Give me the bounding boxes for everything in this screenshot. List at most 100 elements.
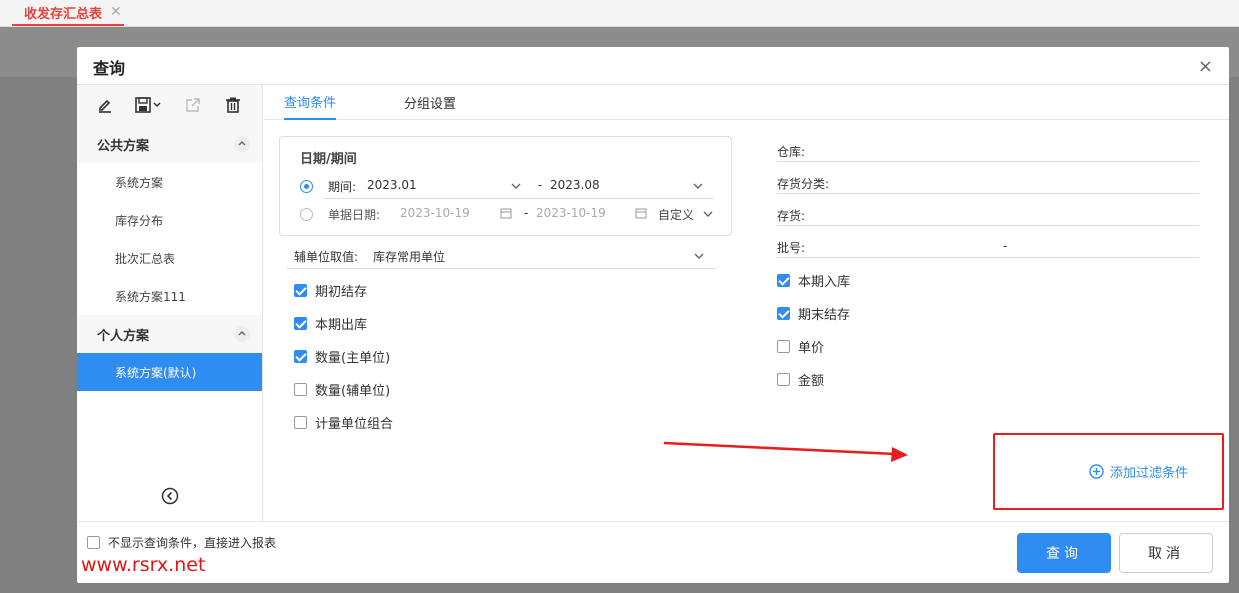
chevron-down-icon[interactable] [702, 208, 714, 220]
checkbox-label: 单价 [798, 341, 825, 356]
aux-unit-label: 辅单位取值: [294, 250, 359, 264]
close-icon[interactable]: × [1198, 56, 1213, 77]
close-icon[interactable]: ✕ [110, 4, 122, 20]
chevron-down-icon[interactable] [692, 180, 704, 192]
period-row: 期间: [300, 178, 356, 195]
doc-date-radio[interactable] [300, 208, 313, 221]
divider [777, 225, 1199, 226]
scheme-item-selected[interactable]: 系统方案(默认) [77, 353, 262, 391]
scheme-toolbar [77, 85, 262, 125]
checkbox-label: 金额 [798, 374, 825, 389]
delete-icon[interactable] [223, 95, 243, 115]
checkbox[interactable] [294, 416, 307, 429]
group-personal-label: 个人方案 [97, 328, 150, 344]
date-period-box: 日期/期间 期间: 2023.01 - 2023.08 单据日期: 2023-1… [279, 136, 732, 236]
check-unit-price[interactable]: 单价 [777, 337, 824, 356]
field-inventory-class[interactable]: 存货分类: [777, 175, 829, 192]
tab-group-settings[interactable]: 分组设置 [404, 85, 456, 120]
calendar-icon[interactable] [500, 207, 512, 223]
period-separator: - [538, 178, 543, 192]
edit-icon[interactable] [95, 95, 115, 115]
skip-conditions-option[interactable]: 不显示查询条件，直接进入报表 [87, 534, 276, 551]
scheme-item[interactable]: 批次汇总表 [77, 239, 262, 277]
group-public-label: 公共方案 [97, 138, 150, 154]
doc-date-mode[interactable]: 自定义 [658, 206, 694, 223]
checkbox-label: 期末结存 [798, 308, 851, 323]
period-label: 期间: [328, 180, 357, 194]
checkbox[interactable] [294, 383, 307, 396]
doc-date-from[interactable]: 2023-10-19 [400, 206, 470, 220]
aux-unit-value[interactable]: 库存常用单位 [373, 248, 445, 265]
plus-circle-icon [1089, 464, 1104, 479]
period-radio[interactable] [300, 180, 313, 193]
check-qty-aux-unit[interactable]: 数量(辅单位) [294, 380, 390, 399]
report-tab-label: 收发存汇总表 [24, 6, 103, 22]
scheme-panel: 公共方案 系统方案 库存分布 批次汇总表 系统方案111 个人方案 系统方案(默… [77, 85, 263, 521]
checkbox-label: 数量(辅单位) [315, 384, 391, 399]
divider [324, 198, 714, 199]
chevron-up-icon[interactable] [234, 326, 250, 342]
doc-date-separator: - [524, 206, 529, 220]
watermark-text: www.rsrx.net [81, 554, 206, 576]
batch-separator: - [1003, 239, 1008, 253]
report-tab[interactable]: 收发存汇总表 ✕ [12, 0, 124, 26]
group-public[interactable]: 公共方案 [77, 125, 262, 163]
chevron-down-icon[interactable] [510, 180, 522, 192]
doc-date-to[interactable]: 2023-10-19 [536, 206, 606, 220]
divider [77, 521, 1229, 522]
scheme-item[interactable]: 系统方案 [77, 163, 262, 201]
calendar-icon[interactable] [635, 207, 647, 223]
check-period-inbound[interactable]: 本期入库 [777, 271, 850, 290]
query-dialog: 查询 × 公共方案 系统方案 库存分布 批次汇总表 系统方案111 个人方案 系… [77, 47, 1229, 583]
query-button[interactable]: 查询 [1017, 533, 1111, 573]
check-unit-group[interactable]: 计量单位组合 [294, 413, 393, 432]
scheme-item[interactable]: 系统方案111 [77, 277, 262, 315]
check-closing-balance[interactable]: 期末结存 [777, 304, 850, 323]
period-from-value[interactable]: 2023.01 [367, 178, 417, 192]
checkbox-label: 数量(主单位) [315, 351, 391, 366]
checkbox[interactable] [777, 340, 790, 353]
chevron-up-icon[interactable] [234, 136, 250, 152]
checkbox[interactable] [777, 307, 790, 320]
check-period-outbound[interactable]: 本期出库 [294, 314, 367, 333]
divider [287, 268, 717, 269]
export-icon[interactable] [183, 95, 203, 115]
checkbox[interactable] [294, 350, 307, 363]
save-icon[interactable] [135, 95, 163, 115]
checkbox[interactable] [294, 317, 307, 330]
checkbox-label: 本期入库 [798, 275, 851, 290]
chevron-down-icon[interactable] [693, 250, 705, 266]
annotation-arrow-icon [663, 441, 908, 462]
tab-bar: 查询条件 分组设置 [264, 85, 1229, 120]
doc-date-row: 单据日期: [300, 206, 380, 223]
period-to-value[interactable]: 2023.08 [550, 178, 600, 192]
cancel-button[interactable]: 取消 [1119, 533, 1213, 573]
collapse-left-icon[interactable] [161, 487, 179, 505]
divider [777, 193, 1199, 194]
check-amount[interactable]: 金额 [777, 370, 824, 389]
field-inventory[interactable]: 存货: [777, 207, 805, 224]
check-opening-balance[interactable]: 期初结存 [294, 281, 367, 300]
checkbox-label: 期初结存 [315, 285, 368, 300]
field-batch[interactable]: 批号: [777, 239, 805, 256]
checkbox[interactable] [294, 284, 307, 297]
top-tab-bar: 收发存汇总表 ✕ [0, 0, 1239, 27]
checkbox[interactable] [777, 274, 790, 287]
skip-conditions-label: 不显示查询条件，直接进入报表 [108, 536, 277, 550]
field-warehouse[interactable]: 仓库: [777, 143, 805, 160]
add-filter-label: 添加过滤条件 [1110, 466, 1189, 481]
dialog-title: 查询 [93, 59, 126, 78]
scheme-item[interactable]: 库存分布 [77, 201, 262, 239]
doc-date-label: 单据日期: [328, 208, 381, 222]
checkbox-label: 本期出库 [315, 318, 368, 333]
tab-query-conditions[interactable]: 查询条件 [284, 85, 337, 120]
divider [777, 161, 1199, 162]
checkbox-label: 计量单位组合 [315, 417, 394, 432]
date-period-title: 日期/期间 [300, 152, 357, 167]
group-personal[interactable]: 个人方案 [77, 315, 262, 353]
check-qty-main-unit[interactable]: 数量(主单位) [294, 347, 390, 366]
checkbox[interactable] [87, 536, 100, 549]
add-filter-button[interactable]: 添加过滤条件 [1089, 462, 1188, 481]
divider [777, 257, 1199, 258]
checkbox[interactable] [777, 373, 790, 386]
